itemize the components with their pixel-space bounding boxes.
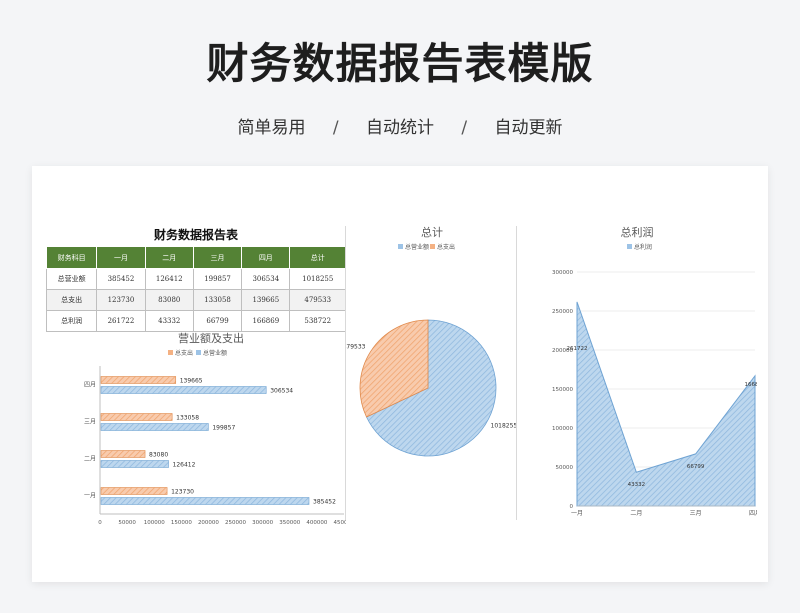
category-label: 一月 (84, 493, 96, 500)
report-preview-card: 财务数据报告表 财务科目 一月 二月 三月 四月 总计 总营业额 385452 … (32, 166, 768, 582)
page-title: 财务数据报告表模版 (206, 39, 594, 88)
bar-chart-legend: 总支出 总营业额 (168, 349, 227, 357)
bar (100, 413, 173, 421)
data-label: 139665 (180, 378, 203, 385)
table-cell: 133058 (192, 289, 243, 311)
x-tick-label: 三月 (690, 510, 702, 517)
legend-label: 总营业额 (203, 349, 227, 357)
legend-swatch (627, 244, 632, 249)
bar (100, 423, 209, 431)
x-tick-label: 200000 (198, 520, 219, 524)
row-label: 总营业额 (45, 268, 98, 290)
revenue-expense-bar-chart: 营业额及支出 总支出 总营业额 0 50000 100000 150000 200000 2… (84, 331, 347, 524)
legend-label: 总利润 (634, 243, 652, 251)
bar (100, 386, 267, 394)
legend-swatch (430, 244, 435, 249)
data-label: 66799 (687, 464, 705, 470)
total-pie-chart: 总计 总营业额总支出 1018255 479533 (346, 225, 516, 457)
column-header: 财务科目 (45, 246, 98, 269)
x-tick-label: 二月 (630, 510, 642, 517)
pie-chart-title: 总计 (421, 225, 443, 239)
bar (100, 487, 168, 495)
data-label: 123730 (171, 489, 194, 496)
table-cell: 123730 (96, 289, 146, 311)
legend-label: 总支出 (175, 349, 193, 357)
column-header: 一月 (96, 246, 146, 269)
category-label: 二月 (84, 456, 96, 463)
legend-swatch (398, 244, 403, 249)
feature-tag: 简单易用 (237, 118, 306, 138)
feature-tag: 自动统计 (366, 118, 434, 138)
data-label: 166869 (745, 382, 758, 388)
table-cell: 126412 (144, 268, 194, 290)
finance-table: 财务科目 一月 二月 三月 四月 总计 总营业额 385452 126412 1… (45, 246, 346, 332)
bar (100, 376, 177, 384)
x-tick-label: 150000 (171, 520, 192, 524)
bar (100, 460, 169, 468)
data-label: 261722 (567, 346, 588, 352)
profit-area-chart: 总利润 总利润 05000010000015000020000025000030… (552, 225, 758, 517)
x-tick-label: 250000 (225, 520, 246, 524)
table-cell: 139665 (241, 289, 291, 311)
x-tick-label: 100000 (144, 520, 165, 524)
column-header: 总计 (289, 246, 346, 269)
feature-tag: 自动更新 (494, 118, 563, 138)
tag-separator: / (332, 118, 339, 138)
area-chart-title: 总利润 (621, 225, 654, 239)
column-header: 四月 (241, 246, 291, 269)
bar-chart-title: 营业额及支出 (178, 331, 244, 345)
table-cell: 1018255 (289, 268, 346, 290)
column-header: 三月 (192, 246, 243, 269)
x-tick-label: 50000 (118, 520, 136, 524)
legend-swatch (168, 350, 173, 355)
table-header-row: 财务科目 一月 二月 三月 四月 总计 (45, 246, 346, 269)
x-tick-label: 四月 (749, 510, 757, 517)
bar (100, 497, 310, 505)
x-tick-label: 300000 (252, 520, 273, 524)
x-tick-label: 450000 (334, 520, 347, 524)
x-tick-label: 0 (98, 520, 102, 524)
x-tick-label: 一月 (571, 510, 583, 517)
feature-tags: 简单易用 / 自动统计 / 自动更新 (0, 113, 800, 138)
row-label: 总支出 (45, 289, 98, 311)
y-tick-label: 150000 (552, 387, 573, 393)
data-label: 126412 (173, 462, 196, 469)
x-tick-label: 400000 (306, 520, 327, 524)
legend-label: 总营业额 (405, 243, 429, 251)
x-tick-label: 350000 (279, 520, 300, 524)
data-label: 199857 (212, 425, 235, 432)
category-label: 三月 (84, 419, 96, 426)
y-tick-label: 100000 (552, 426, 573, 432)
table-cell: 83080 (144, 289, 194, 311)
legend-label: 总支出 (437, 243, 455, 251)
tag-separator: / (461, 118, 468, 138)
area-chart-legend: 总利润 (627, 243, 652, 251)
legend-swatch (196, 350, 201, 355)
data-label: 1018255 (491, 423, 516, 430)
table-cell: 479533 (289, 289, 346, 311)
data-label: 43332 (628, 482, 646, 488)
data-label: 83080 (149, 452, 168, 459)
y-tick-label: 250000 (552, 309, 573, 315)
data-label: 479533 (346, 343, 366, 350)
category-label: 四月 (84, 382, 96, 389)
sheet-title: 财务数据报告表 (153, 228, 238, 242)
table-cell: 306534 (241, 268, 291, 290)
data-label: 133058 (176, 415, 199, 422)
pie-chart-legend: 总营业额 总支出 (398, 243, 455, 251)
y-tick-label: 50000 (556, 465, 574, 471)
table-cell: 385452 (96, 268, 146, 290)
y-tick-label: 300000 (552, 270, 573, 276)
table-row: 总营业额 385452 126412 199857 306534 1018255 (45, 268, 346, 290)
table-row: 总支出 123730 83080 133058 139665 479533 (45, 289, 346, 311)
area-series (576, 301, 756, 507)
data-label: 306534 (270, 388, 293, 395)
data-label: 385452 (313, 499, 336, 506)
bar (100, 450, 146, 458)
table-cell: 199857 (192, 268, 243, 290)
column-header: 二月 (144, 246, 194, 269)
